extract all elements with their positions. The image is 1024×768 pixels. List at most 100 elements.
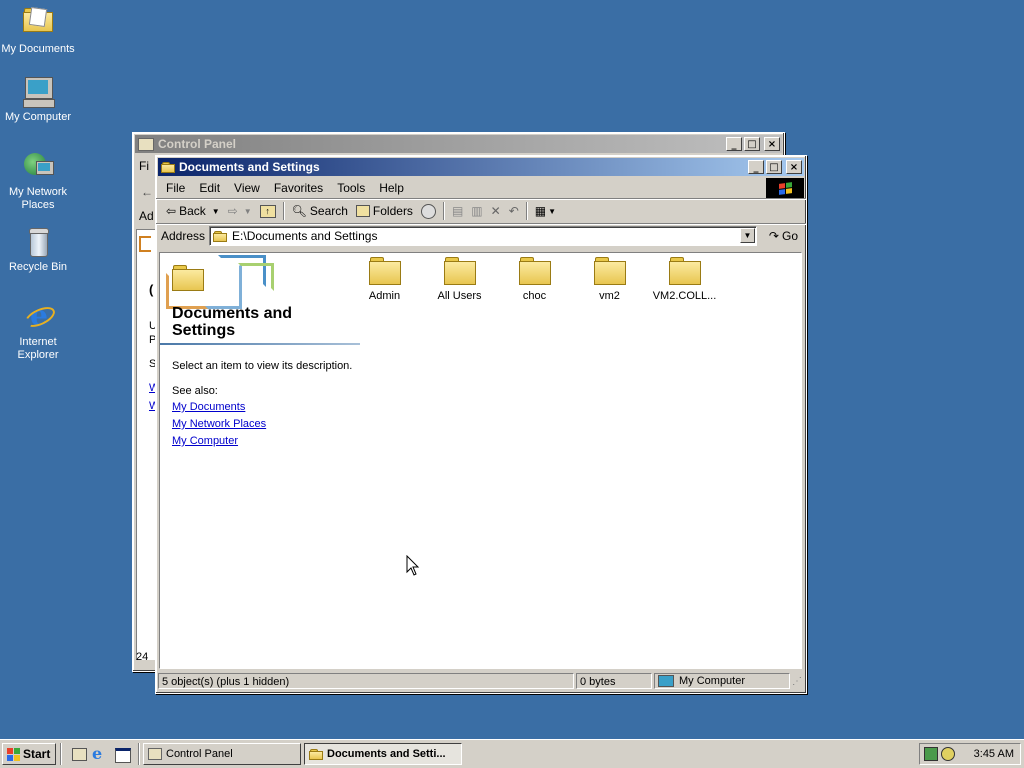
maximize-button[interactable]: □ [766, 160, 782, 174]
address-value: E:\Documents and Settings [232, 229, 378, 243]
toolbar-separator [282, 202, 285, 220]
desktop-icon-my-documents[interactable]: My Documents [1, 4, 75, 56]
desktop-icon-recycle-bin[interactable]: Recycle Bin [1, 226, 75, 274]
folder-item-choc[interactable]: choc [497, 257, 572, 302]
folder-icon [668, 257, 701, 285]
up-folder-icon: ↑ [259, 204, 276, 218]
desktop-icon-my-network-places[interactable]: My Network Places [1, 151, 75, 212]
quick-launch-internet-explorer[interactable]: e [92, 745, 110, 763]
clock[interactable]: 3:45 AM [974, 748, 1014, 760]
menu-view[interactable]: View [227, 181, 267, 195]
folders-button[interactable]: Folders [352, 201, 417, 221]
taskbar: Start e Control Panel Documents and Sett… [0, 739, 1024, 768]
dropdown-arrow-icon[interactable]: ▼ [548, 207, 556, 216]
folder-name: All Users [437, 290, 482, 302]
windows-logo-icon [766, 178, 804, 198]
minimize-button[interactable]: _ [726, 137, 742, 151]
status-bar: 5 object(s) (plus 1 hidden) 0 bytes My C… [158, 673, 804, 691]
link-my-computer[interactable]: My Computer [172, 433, 266, 450]
my-documents-icon [22, 6, 54, 40]
close-button[interactable]: × [764, 137, 780, 151]
views-button[interactable]: ▦ ▼ [531, 201, 560, 221]
panel-heading-fragment: ( [149, 282, 154, 297]
panel-banner-graphic [166, 255, 281, 309]
folder-name: Admin [368, 290, 401, 302]
dropdown-arrow-icon[interactable]: ▼ [244, 207, 252, 216]
minimize-button[interactable]: _ [748, 160, 764, 174]
content-pane[interactable]: Documents and Settings Select an item to… [159, 252, 802, 669]
folder-item-all-users[interactable]: All Users [422, 257, 497, 302]
link-my-documents[interactable]: My Documents [172, 399, 266, 416]
forward-button[interactable]: ⇨ ▼ [224, 201, 256, 221]
taskbar-button-control-panel[interactable]: Control Panel [143, 743, 301, 765]
undo-button[interactable]: ↶ [505, 201, 523, 221]
menu-file-partial[interactable]: Fi [139, 159, 149, 173]
folder-item-vm2[interactable]: vm2 [572, 257, 647, 302]
folder-name: choc [522, 290, 547, 302]
taskbar-button-documents-and-settings[interactable]: Documents and Setti... [304, 743, 462, 765]
taskbar-separator [138, 743, 140, 765]
desktop-icon-label: My Computer [4, 111, 72, 123]
quick-launch-outlook[interactable] [114, 745, 132, 763]
network-tray-icon[interactable] [924, 747, 938, 761]
link-my-network-places[interactable]: My Network Places [172, 416, 266, 433]
folder-icon [518, 257, 551, 285]
windows-logo-icon [7, 747, 20, 761]
control-panel-content: ( U P S W W [136, 229, 159, 660]
forward-arrow-icon: ⇨ [227, 204, 238, 218]
back-arrow-icon[interactable]: ← [141, 185, 153, 199]
start-button[interactable]: Start [2, 743, 56, 765]
go-arrow-icon: ↷ [768, 229, 779, 243]
desktop-icon-my-computer[interactable]: My Computer [1, 76, 75, 124]
address-label: Address [161, 229, 206, 243]
close-button[interactable]: × [786, 160, 802, 174]
desktop-icon-internet-explorer[interactable]: e Internet Explorer [1, 301, 75, 362]
folder-name: vm2 [599, 290, 620, 302]
volume-tray-icon[interactable] [941, 747, 955, 761]
explorer-titlebar[interactable]: Documents and Settings _ □ × [158, 158, 804, 176]
menu-edit[interactable]: Edit [192, 181, 227, 195]
up-folder-button[interactable]: ↑ [256, 201, 280, 221]
network-icon [22, 151, 54, 183]
folder-item-admin[interactable]: Admin [347, 257, 422, 302]
standard-toolbar: ⇦ Back ▼ ⇨ ▼ ↑ 🔍︎ Search Folders ▤ ▥ ✕ ↶ [156, 199, 806, 224]
folder-name: VM2.COLL... [652, 290, 717, 302]
resize-grip-icon[interactable]: ⋰ [792, 673, 804, 689]
history-icon [420, 203, 436, 219]
menu-favorites[interactable]: Favorites [267, 181, 330, 195]
status-size: 0 bytes [576, 673, 652, 689]
folders-icon [355, 205, 370, 217]
address-dropdown-button[interactable]: ▼ [739, 228, 755, 243]
back-button[interactable]: ⇦ Back ▼ [162, 201, 224, 221]
folder-icon [213, 230, 228, 242]
go-button[interactable]: ↷ Go [765, 226, 806, 246]
taskbar-separator [60, 743, 62, 765]
control-panel-titlebar[interactable]: Control Panel _ □ × [135, 135, 782, 153]
folder-icon [368, 257, 401, 285]
delete-icon: ✕ [490, 204, 501, 218]
desktop-icon-label: Internet Explorer [17, 336, 59, 361]
dropdown-arrow-icon[interactable]: ▼ [212, 207, 220, 216]
delete-button[interactable]: ✕ [487, 201, 505, 221]
menu-help[interactable]: Help [372, 181, 411, 195]
copy-to-icon: ▥ [471, 204, 483, 218]
internet-explorer-icon: e [92, 744, 103, 763]
system-tray: 3:45 AM [919, 743, 1021, 765]
menu-tools[interactable]: Tools [330, 181, 372, 195]
maximize-button[interactable]: □ [744, 137, 760, 151]
address-label-partial: Ad [139, 209, 154, 223]
history-button[interactable] [417, 201, 440, 221]
move-to-button[interactable]: ▤ [448, 201, 467, 221]
folder-item-vm2-coll[interactable]: VM2.COLL... [647, 257, 722, 302]
quick-launch-show-desktop[interactable] [70, 745, 88, 763]
back-arrow-icon: ⇦ [166, 204, 177, 218]
status-object-count: 5 object(s) (plus 1 hidden) [158, 673, 574, 689]
copy-to-button[interactable]: ▥ [467, 201, 486, 221]
folder-icon [443, 257, 476, 285]
search-button[interactable]: 🔍︎ Search [288, 201, 352, 221]
undo-icon: ↶ [508, 204, 519, 218]
folder-icon [593, 257, 626, 285]
menu-file[interactable]: File [156, 181, 192, 195]
address-input[interactable]: E:\Documents and Settings ▼ [209, 226, 757, 246]
explorer-window[interactable]: Documents and Settings _ □ × File Edit V… [155, 155, 807, 694]
